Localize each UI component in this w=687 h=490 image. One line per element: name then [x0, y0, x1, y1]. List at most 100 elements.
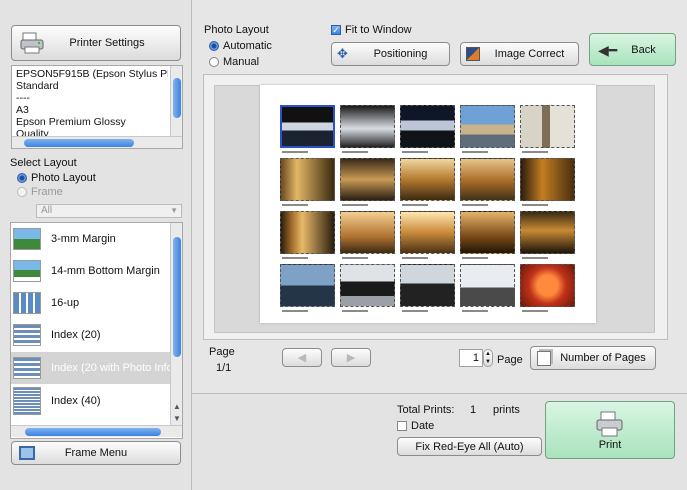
layout-list-hscroll[interactable] — [11, 425, 182, 437]
layout-item[interactable]: 16-up — [11, 287, 174, 319]
stepper-down-icon[interactable]: ▼ — [484, 358, 492, 366]
printer-info-hscroll[interactable] — [12, 136, 182, 148]
scroll-thumb[interactable] — [173, 78, 181, 118]
index-thumb-icon — [13, 387, 41, 415]
printer-info-box: EPSON5F915B (Epson Stylus Photo Standard… — [11, 65, 183, 149]
index-thumb-icon — [13, 324, 41, 346]
photo-thumbnail[interactable] — [280, 105, 335, 148]
photo-thumbnail[interactable] — [460, 264, 515, 307]
fit-to-window-checkbox[interactable]: ✓ Fit to Window — [331, 24, 412, 36]
photo-thumbnail[interactable] — [400, 158, 455, 201]
layout-item-label: Index (20) — [51, 329, 101, 341]
fix-red-eye-select[interactable]: Fix Red-Eye All (Auto) — [397, 437, 542, 456]
layout-filter-value: All — [41, 205, 53, 216]
printer-info-line: Standard — [16, 80, 59, 92]
date-checkbox[interactable]: Date — [397, 420, 434, 432]
photo-thumbnail[interactable] — [280, 158, 335, 201]
automatic-radio[interactable]: Automatic — [209, 40, 272, 52]
triangle-left-icon: ◀ — [297, 352, 307, 364]
photo-thumbnail[interactable] — [520, 264, 575, 307]
fit-to-window-label: Fit to Window — [345, 24, 412, 36]
back-label: Back — [631, 43, 656, 56]
frame-radio[interactable]: Frame — [17, 186, 63, 198]
photo-thumbnail[interactable] — [460, 105, 515, 148]
photo-caption — [282, 151, 308, 153]
photo-thumbnail[interactable] — [280, 211, 335, 254]
layout-item[interactable]: Index (20) — [11, 319, 174, 351]
printer-settings-label: Printer Settings — [69, 37, 145, 49]
landscape-thumb-icon — [13, 260, 41, 282]
photo-caption — [342, 257, 368, 259]
photo-layout-radio[interactable]: Photo Layout — [17, 172, 96, 184]
layout-item[interactable]: 14-mm Bottom Margin — [11, 255, 174, 287]
printer-info-line: Epson Premium Glossy — [16, 116, 126, 128]
scroll-thumb[interactable] — [24, 139, 134, 147]
page-label: Page — [209, 346, 235, 358]
printer-info-line: A3 — [16, 104, 29, 116]
manual-radio[interactable]: Manual — [209, 56, 259, 68]
scroll-up-icon[interactable]: ▲ — [171, 402, 183, 411]
previous-page-button[interactable]: ◀ — [282, 348, 322, 367]
photo-thumbnail[interactable] — [340, 264, 395, 307]
chevron-down-icon: ▼ — [170, 206, 178, 215]
photo-thumbnail[interactable] — [340, 211, 395, 254]
layout-filter-select[interactable]: All ▼ — [36, 204, 182, 218]
layout-item[interactable]: Index (40) — [11, 385, 174, 417]
scroll-down-icon[interactable]: ▼ — [171, 414, 183, 423]
photo-caption — [522, 257, 548, 259]
photo-thumbnail[interactable] — [400, 211, 455, 254]
photo-caption — [282, 257, 308, 259]
photo-thumbnail[interactable] — [400, 264, 455, 307]
printer-settings-button[interactable]: Printer Settings — [11, 25, 181, 61]
number-of-pages-button[interactable]: Number of Pages — [530, 346, 656, 370]
photo-caption — [462, 257, 488, 259]
pages-icon — [537, 351, 551, 366]
fix-red-eye-label: Fix Red-Eye All (Auto) — [415, 440, 524, 453]
next-page-button[interactable]: ▶ — [331, 348, 371, 367]
page-stepper[interactable]: ▲ ▼ — [483, 349, 493, 367]
layout-list-vscroll[interactable]: ▲ ▼ — [170, 223, 182, 425]
frame-menu-button[interactable]: Frame Menu — [11, 441, 181, 465]
radio-selected-icon — [209, 41, 219, 52]
layout-item[interactable]: 3-mm Margin — [11, 223, 174, 255]
move-arrows-icon: ✥ — [337, 46, 348, 61]
printer-icon — [595, 411, 625, 437]
photo-thumbnail[interactable] — [460, 158, 515, 201]
photo-caption — [402, 257, 428, 259]
photo-thumbnail[interactable] — [340, 158, 395, 201]
photo-caption — [522, 204, 548, 206]
total-prints-value: 1 — [470, 404, 477, 416]
checkbox-empty-icon — [397, 421, 407, 432]
photo-thumbnail[interactable] — [520, 158, 575, 201]
layout-item-label: 14-mm Bottom Margin — [51, 265, 160, 277]
radio-empty-icon — [17, 187, 27, 198]
positioning-button[interactable]: ✥ Positioning — [331, 42, 450, 66]
triangle-right-icon: ▶ — [346, 352, 356, 364]
photo-caption — [402, 151, 428, 153]
back-button[interactable]: ◀━ Back — [589, 33, 676, 66]
photo-caption — [402, 310, 428, 312]
scroll-thumb[interactable] — [173, 237, 181, 357]
frame-icon — [19, 446, 35, 460]
image-correct-button[interactable]: Image Correct — [460, 42, 579, 66]
scroll-thumb[interactable] — [25, 428, 161, 436]
photo-thumbnail[interactable] — [280, 264, 335, 307]
layout-item-selected[interactable]: Index (20 with Photo Info) — [11, 352, 174, 384]
back-arrow-icon: ◀━ — [598, 42, 618, 58]
printer-info-vscroll[interactable] — [170, 66, 182, 136]
photo-caption — [462, 151, 488, 153]
page-number-input[interactable]: 1 — [459, 349, 483, 367]
stepper-up-icon[interactable]: ▲ — [484, 350, 492, 358]
landscape-thumb-icon — [13, 228, 41, 250]
printer-info-text: EPSON5F915B (Epson Stylus Photo Standard… — [16, 68, 168, 140]
photo-thumbnail[interactable] — [400, 105, 455, 148]
photo-thumbnail[interactable] — [460, 211, 515, 254]
image-correct-icon — [466, 47, 480, 61]
photo-thumbnail[interactable] — [520, 105, 575, 148]
photo-thumbnail[interactable] — [340, 105, 395, 148]
print-button[interactable]: Print — [545, 401, 675, 459]
layout-item-label: 3-mm Margin — [51, 233, 116, 245]
photo-thumbnail[interactable] — [520, 211, 575, 254]
frame-option-label: Frame — [31, 186, 63, 198]
grid-thumb-icon — [13, 292, 41, 314]
